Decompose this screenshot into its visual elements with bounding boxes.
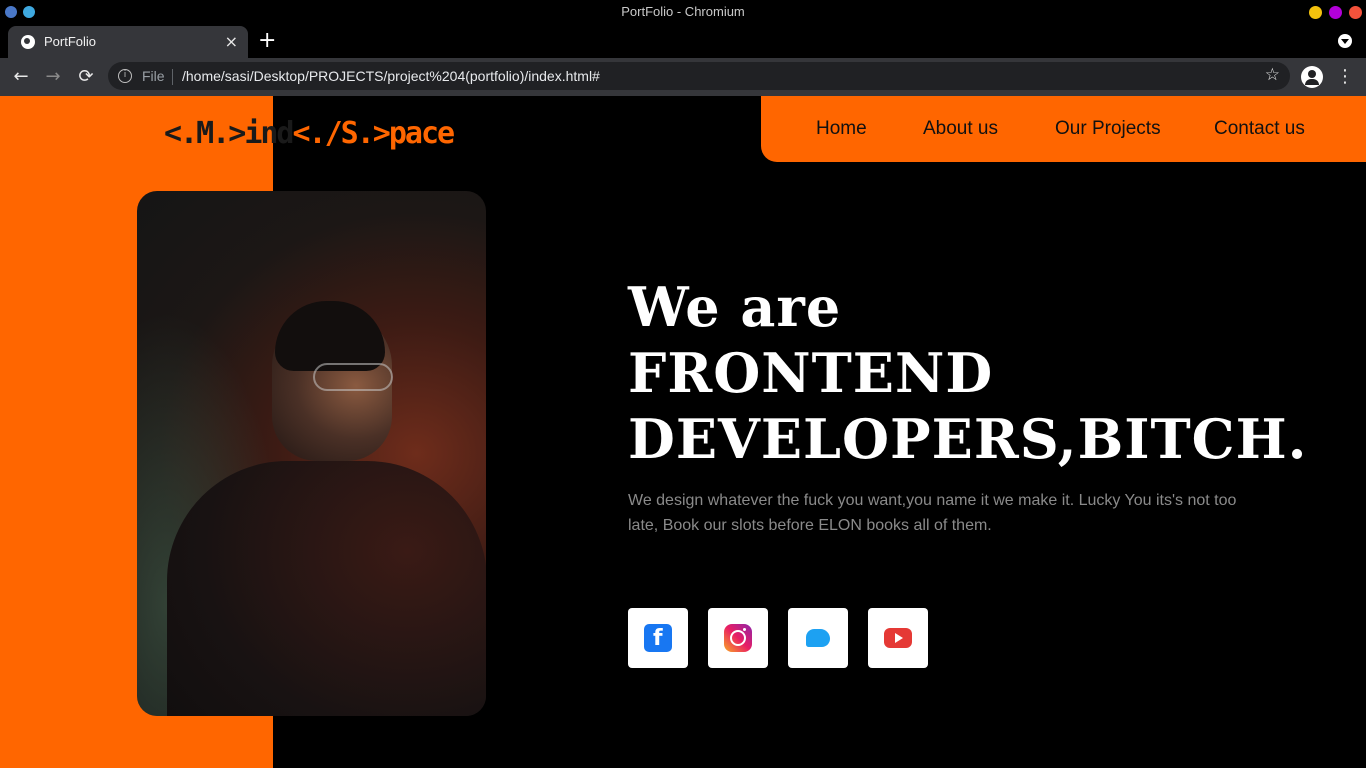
logo-part-pace: pace [388,116,455,151]
logo-part-m: <.M.> [164,116,246,151]
window-controls [1309,6,1362,19]
nav-our-projects[interactable]: Our Projects [1055,118,1161,140]
page-viewport: <.M.>ind<./S.>pace Home About us Our Pro… [0,96,1366,768]
browser-toolbar: ← → ⟳ i File /home/sasi/Desktop/PROJECTS… [0,58,1366,96]
facebook-icon [644,624,672,652]
os-titlebar: PortFolio - Chromium [0,0,1366,24]
site-logo[interactable]: <.M.>ind<./S.>pace [164,116,455,151]
globe-icon [21,35,35,49]
address-bar[interactable]: i File /home/sasi/Desktop/PROJECTS/proje… [108,62,1290,90]
twitter-button[interactable] [788,608,848,668]
url-text[interactable]: /home/sasi/Desktop/PROJECTS/project%204(… [182,68,600,84]
instagram-icon [724,624,752,652]
facebook-button[interactable] [628,608,688,668]
hero-line-2: FRONTEND [628,341,994,405]
nav-contact-us[interactable]: Contact us [1214,118,1305,140]
profile-avatar-icon[interactable] [1301,66,1323,88]
close-window-button[interactable] [1349,6,1362,19]
tab-title: PortFolio [44,34,97,49]
hero-line-3: DEVELOPERS,BITCH. [628,407,1308,471]
hero-portrait-image [137,191,486,716]
window-title: PortFolio - Chromium [621,4,745,19]
nav-about-us[interactable]: About us [923,118,998,140]
instagram-button[interactable] [708,608,768,668]
new-tab-button[interactable]: + [258,28,276,53]
close-tab-button[interactable]: × [225,32,238,51]
logo-part-s: <./S.> [292,116,391,151]
forward-button[interactable]: → [40,64,66,90]
logo-part-ind: ind [244,116,294,151]
tab-strip: PortFolio × + [0,24,1366,58]
scheme-label: File [142,68,165,84]
twitter-icon [804,624,832,652]
maximize-button[interactable] [1329,6,1342,19]
info-icon[interactable]: i [118,69,132,83]
tab-portfolio[interactable]: PortFolio × [8,26,248,58]
back-button[interactable]: ← [8,64,34,90]
bookmark-star-icon[interactable]: ☆ [1265,65,1280,85]
nav-home[interactable]: Home [816,118,867,140]
browser-menu-button[interactable]: ⋮ [1336,66,1354,87]
tab-search-icon[interactable] [1338,34,1352,48]
hero-description: We design whatever the fuck you want,you… [628,492,1237,534]
main-nav: Home About us Our Projects Contact us [761,96,1366,162]
youtube-icon [884,628,912,648]
minimize-button[interactable] [1309,6,1322,19]
reload-button[interactable]: ⟳ [73,64,99,90]
hero-line-1: We are [628,275,842,339]
youtube-button[interactable] [868,608,928,668]
hero-heading: We are FRONTEND DEVELOPERS,BITCH. [628,274,1328,472]
omnibox-divider [172,69,173,85]
